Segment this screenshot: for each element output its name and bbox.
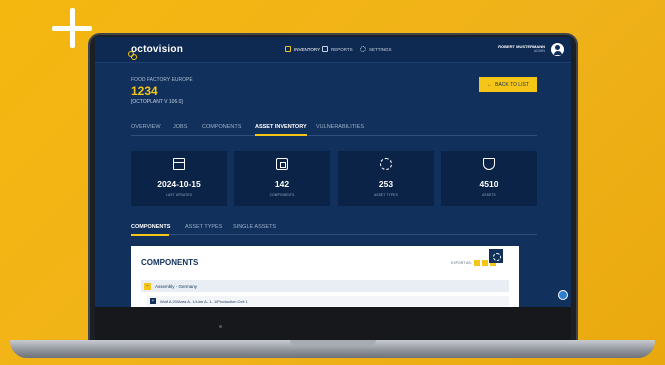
components-panel: COMPONENTS EXPORT AS: − Assembly - Germa…: [131, 246, 519, 307]
nav-label: REPORTS: [331, 46, 353, 52]
stat-label: COMPONENTS: [269, 193, 295, 197]
plant-code: 1234: [131, 84, 158, 98]
stats-row: 2024-10-15 LAST UPDATED 142 COMPONENTS 2…: [131, 151, 537, 206]
nav-label: INVENTORY: [294, 46, 321, 52]
subtab-components[interactable]: COMPONENTS: [131, 224, 170, 236]
subtab-asset-types[interactable]: ASSET TYPES: [185, 224, 222, 230]
stat-label: LAST UPDATED: [165, 193, 193, 197]
export-csv-button[interactable]: [473, 260, 480, 266]
calendar-icon: [173, 158, 185, 170]
laptop-bezel: [95, 307, 571, 343]
stat-label: ASSET TYPES: [374, 193, 398, 197]
tab-vulnerabilities[interactable]: VULNERABILITIES: [316, 124, 364, 130]
group-label: Assembly - Germany: [155, 283, 198, 289]
avatar-icon[interactable]: [551, 43, 564, 56]
nav-item-reports[interactable]: REPORTS: [322, 46, 353, 52]
tree-item-row[interactable]: + Wolf A 20/Area A- 1/Line A- 1- 1/Produ…: [147, 296, 509, 306]
export-label: EXPORT AS:: [451, 261, 472, 265]
camera-dot: [219, 325, 222, 328]
app-screen: octovision INVENTORY REPORTS SETTINGS RO…: [95, 37, 571, 307]
plus-decoration-icon: [52, 8, 92, 48]
nav-label: SETTINGS: [369, 46, 392, 52]
collapse-toggle[interactable]: −: [144, 282, 151, 290]
tree-group-row[interactable]: − Assembly - Germany: [141, 280, 509, 292]
arrow-left-icon: ←: [487, 81, 493, 88]
monitor-icon: [322, 46, 328, 52]
panel-title: COMPONENTS: [141, 258, 199, 267]
cog-icon: [380, 158, 392, 170]
box-icon: [285, 46, 291, 52]
gear-icon: [360, 46, 366, 52]
chip-icon: [276, 158, 288, 170]
back-to-list-label: BACK TO LIST: [495, 81, 529, 88]
plant-name: FOOD FACTORY EUROPE: [131, 77, 193, 83]
stat-value: 253: [378, 179, 394, 189]
nav-item-settings[interactable]: SETTINGS: [360, 46, 392, 52]
app-logo[interactable]: octovision: [131, 44, 183, 55]
tab-bar: OVERVIEW JOBS COMPONENTS ASSET INVENTORY…: [131, 122, 537, 136]
stat-card-components: 142 COMPONENTS: [234, 151, 330, 206]
stat-card-assets: 4510 ASSETS: [441, 151, 537, 206]
expand-toggle[interactable]: +: [150, 298, 156, 304]
chat-support-icon[interactable]: [558, 290, 568, 300]
stat-value: 2024-10-15: [157, 179, 201, 189]
stat-value: 4510: [479, 179, 499, 189]
stat-label: ASSETS: [482, 193, 496, 197]
table-settings-button[interactable]: [489, 249, 503, 263]
export-pdf-button[interactable]: [481, 260, 488, 266]
stat-card-asset-types: 253 ASSET TYPES: [338, 151, 434, 206]
user-role: ADMIN: [533, 49, 545, 53]
nav-item-inventory[interactable]: INVENTORY: [285, 46, 320, 52]
user-info[interactable]: ROBERT MUSTERMANN ADMIN: [498, 44, 545, 53]
back-to-list-button[interactable]: ← BACK TO LIST: [479, 77, 537, 92]
tab-asset-inventory[interactable]: ASSET INVENTORY: [255, 124, 307, 136]
laptop-notch: [290, 340, 376, 346]
subtab-single-assets[interactable]: SINGLE ASSETS: [233, 224, 276, 230]
stat-value: 142: [274, 179, 290, 189]
shield-icon: [483, 158, 495, 170]
plant-variant: [OCTOPLANT V 106.0]: [131, 99, 183, 105]
tab-components[interactable]: COMPONENTS: [202, 124, 241, 130]
tab-overview[interactable]: OVERVIEW: [131, 124, 161, 130]
item-label: Wolf A 20/Area A- 1/Line A- 1- 1/Product…: [160, 298, 248, 304]
app-header: octovision INVENTORY REPORTS SETTINGS RO…: [95, 37, 571, 63]
tab-jobs[interactable]: JOBS: [173, 124, 187, 130]
stat-card-last-updated: 2024-10-15 LAST UPDATED: [131, 151, 227, 206]
subtab-bar: COMPONENTS ASSET TYPES SINGLE ASSETS: [131, 221, 537, 236]
